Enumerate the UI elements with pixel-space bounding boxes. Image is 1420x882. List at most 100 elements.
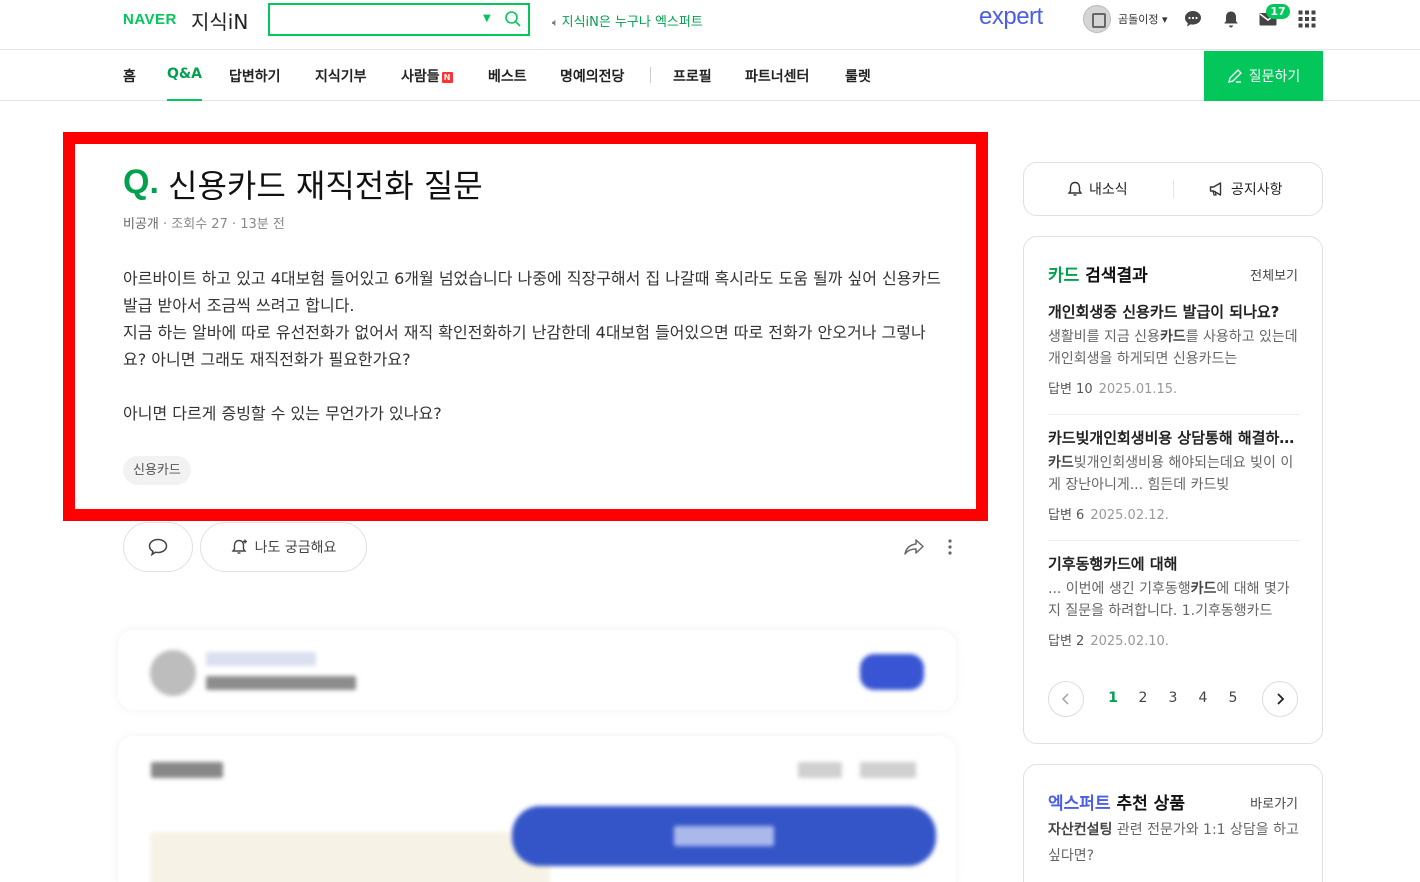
my-news-label: 내소식 — [1089, 182, 1128, 198]
page-3[interactable]: 3 — [1166, 690, 1180, 706]
expert-desc-bold: 자산컨설팅 — [1048, 822, 1113, 838]
my-news-button[interactable]: 내소식 — [1066, 179, 1128, 199]
notice-text: 지식iN은 누구나 엑스퍼트 — [561, 15, 703, 30]
expert-shortcut-link[interactable]: 바로가기 — [1250, 793, 1298, 812]
expert-title-rest: 추천 상품 — [1110, 794, 1185, 814]
result-meta: 답변 2 2025.02.10. — [1048, 630, 1300, 649]
nav-people[interactable]: 사람들 N — [401, 66, 453, 86]
result-answer-count: 답변 2 — [1048, 634, 1085, 649]
notice-ticker[interactable]: 🔈︎ 지식iN은 누구나 엑스퍼트 — [552, 11, 703, 30]
expert-recommend-title: 엑스퍼트 추천 상품 — [1048, 789, 1185, 814]
bell-icon[interactable] — [1221, 9, 1241, 29]
expert-logo[interactable]: expert — [979, 3, 1043, 31]
result-answer-count: 답변 6 — [1048, 508, 1085, 523]
mail-count-badge: 17 — [1266, 4, 1290, 19]
curious-label: 나도 궁금해요 — [254, 540, 337, 556]
notices-button[interactable]: 공지사항 — [1208, 179, 1283, 199]
search-result-item[interactable]: 개인회생중 신용카드 발급이 되나요? 생활비를 지금 신용카드를 사용하고 있… — [1048, 301, 1300, 397]
search-result-item[interactable]: 카드빚개인회생비용 상담통해 해결하세요 카드빚개인회생비용 해야되는데요 빚이… — [1048, 427, 1300, 523]
expert-recommend-box: 엑스퍼트 추천 상품 바로가기 자산컨설팅 관련 전문가와 1:1 상담을 하고… — [1023, 764, 1323, 882]
search-input[interactable] — [270, 5, 470, 34]
ask-question-label: 질문하기 — [1248, 69, 1301, 85]
blurred-answer-card — [118, 630, 956, 710]
result-snippet: ... 이번에 생긴 기후동행카드에 대해 몇가지 질문을 하려합니다. 1.기… — [1048, 581, 1290, 619]
nav-home[interactable]: 홈 — [123, 66, 136, 86]
prev-page-button[interactable] — [1048, 681, 1084, 717]
result-meta: 답변 10 2025.01.15. — [1048, 378, 1300, 397]
new-badge: N — [441, 72, 453, 83]
blurred-text — [151, 762, 223, 778]
nav-donate[interactable]: 지식기부 — [315, 66, 367, 86]
blurred-avatar — [150, 650, 196, 696]
nav-profile[interactable]: 프로필 — [673, 66, 712, 86]
search-title-suffix: 검색결과 — [1079, 266, 1148, 286]
notify-divider — [1173, 180, 1174, 198]
ask-question-button[interactable]: 질문하기 — [1204, 51, 1323, 101]
speaker-icon: 🔈︎ — [552, 16, 559, 29]
nav-people-label: 사람들 — [401, 69, 440, 85]
notices-label: 공지사항 — [1231, 182, 1283, 198]
view-all-link[interactable]: 전체보기 — [1250, 265, 1298, 284]
pagination: 1 2 3 4 5 — [1048, 681, 1300, 717]
next-page-button[interactable] — [1262, 681, 1298, 717]
result-title: 기후동행카드에 대해 — [1048, 555, 1178, 573]
share-icon[interactable] — [903, 537, 925, 557]
chevron-left-icon — [1061, 693, 1069, 705]
result-date: 2025.02.10. — [1090, 634, 1169, 649]
search-results-title: 카드 검색결과 — [1048, 261, 1148, 286]
nav-roulette[interactable]: 룰렛 — [845, 66, 871, 86]
result-title: 카드빚개인회생비용 상담통해 해결하세요 — [1048, 429, 1300, 447]
blurred-answer-card — [118, 736, 956, 882]
page-2[interactable]: 2 — [1136, 690, 1150, 706]
search-result-item[interactable]: 기후동행카드에 대해 ... 이번에 생긴 기후동행카드에 대해 몇가지 질문을… — [1048, 553, 1300, 649]
nav-qna[interactable]: Q&A — [167, 66, 202, 101]
bell-icon — [1067, 181, 1083, 196]
blurred-text — [674, 826, 774, 846]
expert-description: 자산컨설팅 관련 전문가와 1:1 상담을 하고 싶다면? — [1048, 817, 1300, 869]
blurred-text — [206, 676, 356, 690]
result-separator — [1048, 414, 1300, 415]
nav-partner-center[interactable]: 파트너센터 — [745, 66, 809, 86]
curious-button[interactable]: 나도 궁금해요 — [200, 522, 367, 572]
blurred-button — [860, 654, 924, 690]
username: 곰돌이정 — [1118, 13, 1159, 26]
nav-answer[interactable]: 답변하기 — [229, 66, 281, 86]
result-snippet: 카드빚개인회생비용 해야되는데요 빚이 이게 장난아니게... 힘든데 카드빚 — [1048, 455, 1294, 493]
blurred-text — [206, 652, 316, 666]
top-header: NAVER 지식iN ▼ 🔈︎ 지식iN은 누구나 엑스퍼트 expert 곰돌이… — [0, 0, 1420, 50]
nav-best[interactable]: 베스트 — [488, 66, 527, 86]
megaphone-icon — [1209, 182, 1222, 196]
page-5[interactable]: 5 — [1226, 690, 1240, 706]
page-1[interactable]: 1 — [1106, 690, 1120, 706]
search-results-box: 카드 검색결과 전체보기 개인회생중 신용카드 발급이 되나요? 생활비를 지금… — [1023, 236, 1323, 744]
expert-keyword: 엑스퍼트 — [1048, 794, 1111, 814]
search-dropdown-caret-icon[interactable]: ▼ — [483, 13, 491, 24]
username-menu[interactable]: 곰돌이정 ▾ — [1118, 11, 1168, 27]
avatar[interactable] — [1083, 5, 1111, 33]
naver-logo[interactable]: NAVER — [123, 11, 177, 28]
apps-grid-icon[interactable] — [1297, 9, 1317, 29]
comment-icon — [148, 538, 168, 557]
search-box: ▼ — [268, 3, 530, 36]
nav-hall-of-fame[interactable]: 명예의전당 — [560, 66, 624, 86]
search-keyword: 카드 — [1048, 266, 1080, 286]
result-separator — [1048, 540, 1300, 541]
nav-divider — [650, 67, 651, 83]
result-date: 2025.01.15. — [1098, 382, 1178, 397]
blurred-text — [860, 762, 916, 778]
blurred-text — [798, 762, 842, 778]
chat-icon[interactable] — [1183, 9, 1203, 29]
page-4[interactable]: 4 — [1196, 690, 1210, 706]
highlight-box — [63, 132, 988, 521]
notification-box: 내소식 공지사항 — [1023, 162, 1323, 216]
kin-logo[interactable]: 지식iN — [191, 6, 248, 35]
search-icon[interactable] — [504, 10, 522, 28]
chevron-right-icon — [1277, 693, 1285, 705]
more-options-icon[interactable] — [946, 538, 954, 556]
result-title: 개인회생중 신용카드 발급이 되나요? — [1048, 303, 1280, 321]
bell-plus-icon — [231, 539, 247, 554]
comment-button[interactable] — [123, 522, 193, 572]
pencil-icon — [1227, 69, 1242, 83]
result-date: 2025.02.12. — [1090, 508, 1169, 523]
blurred-banner — [150, 832, 550, 882]
